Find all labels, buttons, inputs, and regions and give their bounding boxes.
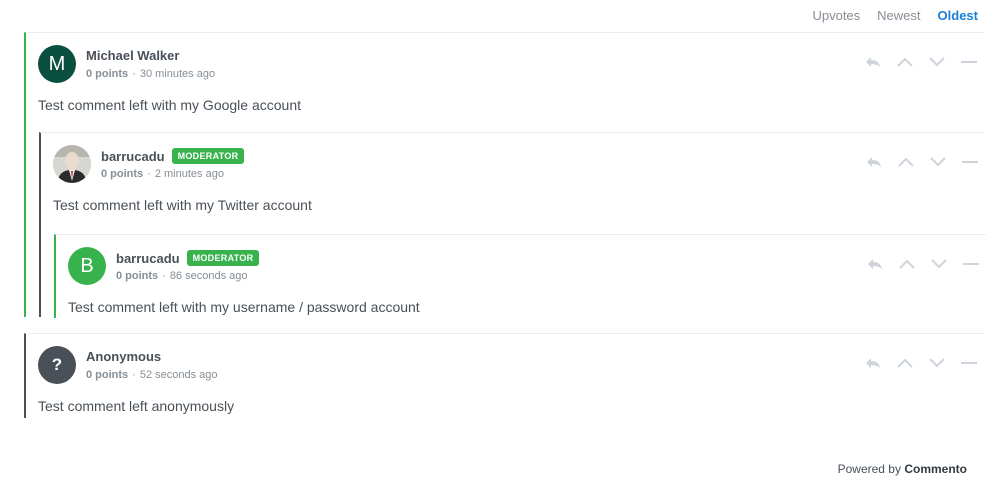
comment-text: Test comment left with my Google account: [38, 97, 301, 113]
sort-newest[interactable]: Newest: [877, 8, 920, 23]
comment-score: 0 points: [101, 168, 144, 180]
sort-bar: Upvotes Newest Oldest: [812, 8, 978, 23]
upvote-icon[interactable]: [896, 55, 914, 69]
comment-author: Michael Walker: [86, 48, 179, 63]
downvote-icon[interactable]: [929, 155, 947, 169]
comment-options: [864, 55, 978, 69]
comment-card: barrucadu MODERATOR 0 points · 2 minutes a…: [39, 132, 986, 318]
author-name[interactable]: barrucadu: [101, 149, 165, 164]
comment-meta: 0 points · 86 seconds ago: [116, 270, 248, 282]
avatar: ?: [38, 346, 76, 384]
comment-options: [864, 356, 978, 370]
comment-card: M Michael Walker 0 points · 30 minutes ago…: [24, 32, 986, 318]
collapse-icon[interactable]: [960, 55, 978, 69]
comment-card: B barrucadu MODERATOR 0 points · 86 second…: [54, 234, 986, 318]
moderator-badge: MODERATOR: [171, 148, 245, 164]
avatar: B: [68, 247, 106, 285]
moderator-badge: MODERATOR: [186, 250, 260, 266]
comment-time: 52 seconds ago: [139, 369, 218, 381]
downvote-icon[interactable]: [930, 257, 948, 271]
downvote-icon[interactable]: [928, 356, 946, 370]
collapse-icon[interactable]: [962, 257, 980, 271]
avatar-letter: M: [48, 52, 66, 75]
avatar-letter: ?: [51, 355, 63, 374]
comment-card: ? Anonymous 0 points · 52 seconds ago Test…: [24, 333, 984, 418]
comment-options: [865, 155, 979, 169]
author-name: Anonymous: [86, 349, 162, 364]
comment-score: 0 points: [116, 270, 159, 282]
upvote-icon[interactable]: [896, 356, 914, 370]
comment-meta: 0 points · 2 minutes ago: [101, 168, 224, 180]
comment-text: Test comment left with my Twitter accoun…: [53, 197, 312, 213]
author-name[interactable]: barrucadu: [116, 251, 180, 266]
comment-meta: 0 points · 52 seconds ago: [86, 369, 218, 381]
comment-author: Anonymous: [86, 349, 161, 364]
avatar: M: [38, 45, 76, 83]
downvote-icon[interactable]: [928, 55, 946, 69]
comment-text: Test comment left anonymously: [38, 398, 235, 414]
reply-icon[interactable]: [865, 155, 883, 169]
reply-icon[interactable]: [866, 257, 884, 271]
upvote-icon[interactable]: [897, 155, 915, 169]
comment-meta: 0 points · 30 minutes ago: [86, 68, 216, 80]
comment-text: Test comment left with my username / pas…: [68, 299, 420, 315]
avatar: [53, 145, 91, 183]
collapse-icon[interactable]: [960, 356, 978, 370]
author-name[interactable]: Michael Walker: [86, 48, 179, 63]
reply-icon[interactable]: [864, 356, 882, 370]
comment-time: 86 seconds ago: [169, 270, 248, 282]
commento-link[interactable]: Commento: [904, 462, 967, 476]
comment-options: [866, 257, 980, 271]
comment-author: barrucadu MODERATOR: [116, 250, 260, 266]
powered-by: Powered by Commento: [838, 462, 967, 476]
comment-time: 2 minutes ago: [154, 168, 224, 180]
sort-oldest[interactable]: Oldest: [938, 8, 978, 23]
user-photo-icon: [53, 145, 91, 183]
powered-by-prefix: Powered by: [837, 462, 901, 476]
comment-time: 30 minutes ago: [139, 68, 216, 80]
comment-score: 0 points: [86, 369, 129, 381]
sort-upvotes[interactable]: Upvotes: [812, 8, 860, 23]
collapse-icon[interactable]: [961, 155, 979, 169]
comment-author: barrucadu MODERATOR: [101, 148, 245, 164]
comment-score: 0 points: [86, 68, 129, 80]
reply-icon[interactable]: [864, 55, 882, 69]
upvote-icon[interactable]: [898, 257, 916, 271]
avatar-letter: B: [80, 254, 94, 277]
